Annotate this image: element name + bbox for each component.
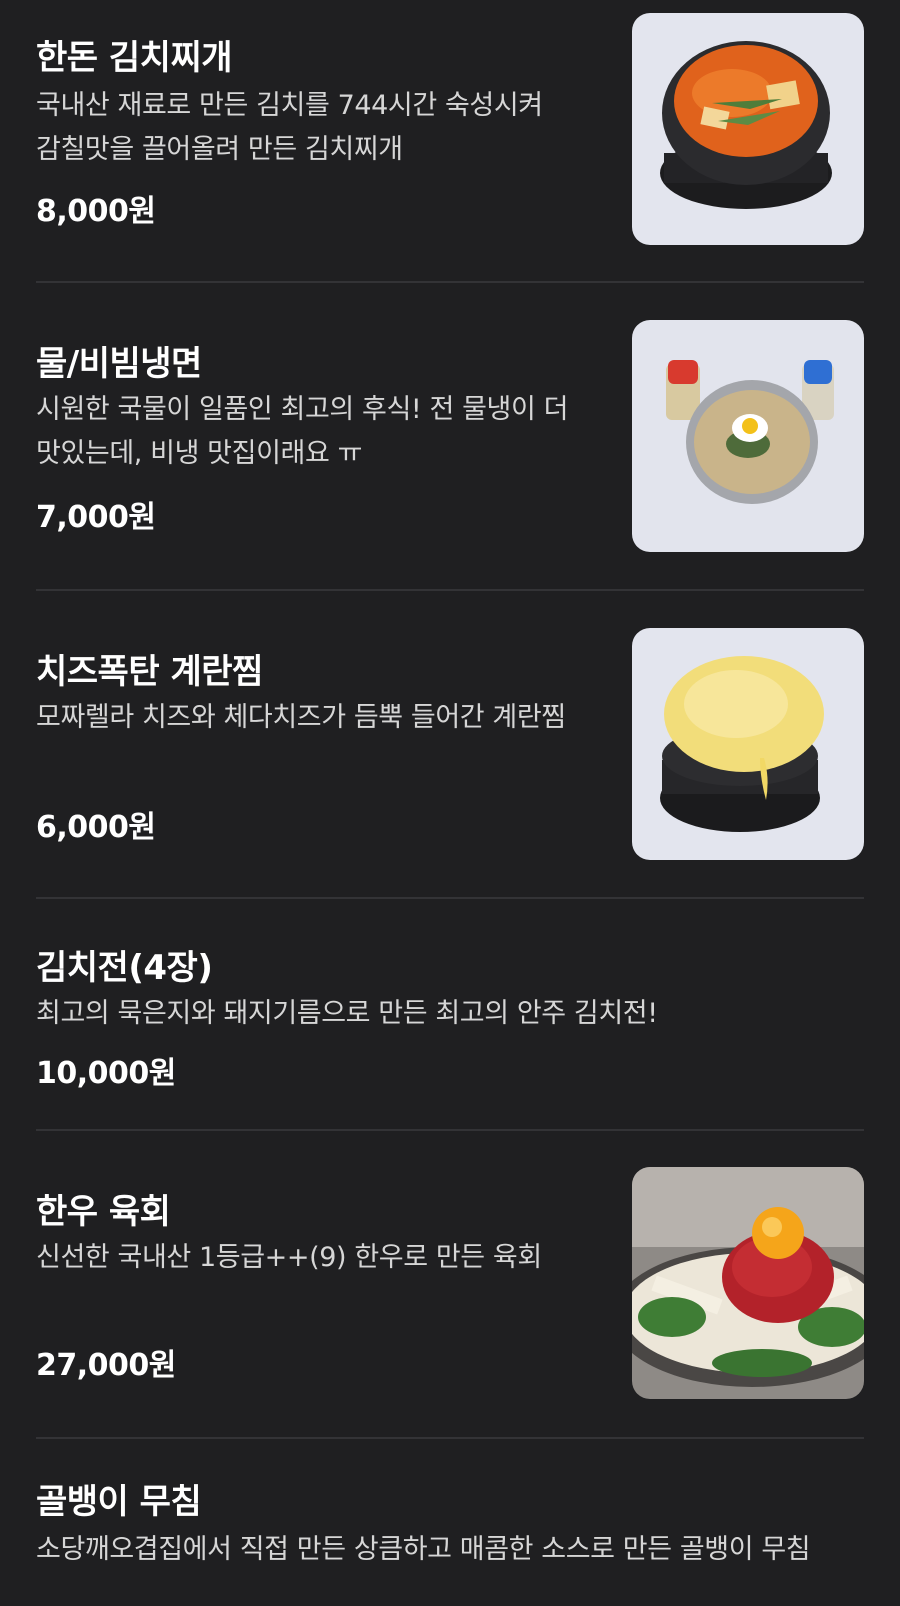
menu-item-description: 소당깨오겹집에서 직접 만든 상큼하고 매콤한 소스로 만든 골뱅이 무침 <box>36 1534 811 1565</box>
menu-item-description: 국내산 재료로 만든 김치를 744시간 숙성시켜 감칠맛을 끌어올려 만든 김… <box>36 90 543 165</box>
menu-item-name: 한우 육회 <box>36 1192 171 1232</box>
beef-tartare-photo[interactable] <box>632 1167 864 1399</box>
menu-item-name: 물/비빔냉면 <box>36 344 202 384</box>
menu-item-kimchi-pancake[interactable]: 김치전(4장) 최고의 묵은지와 돼지기름으로 만든 최고의 안주 김치전! 1… <box>36 898 864 1128</box>
menu-item-description: 신선한 국내산 1등급++(9) 한우로 만든 육회 <box>36 1242 542 1273</box>
menu-item-price: 7,000원 <box>36 500 156 535</box>
menu-item-description: 시원한 국물이 일품인 최고의 후식! 전 물냉이 더 맛있는데, 비냉 맛집이… <box>36 394 569 469</box>
menu-item-name: 김치전(4장) <box>36 948 213 988</box>
menu-item-name: 골뱅이 무침 <box>36 1482 202 1522</box>
menu-item-price: 8,000원 <box>36 194 156 229</box>
kimchi-stew-photo[interactable] <box>632 13 864 245</box>
menu-item-price: 10,000원 <box>36 1056 176 1091</box>
menu-item-whelk-salad[interactable]: 골뱅이 무침 소당깨오겹집에서 직접 만든 상큼하고 매콤한 소스로 만든 골뱅… <box>36 1438 864 1606</box>
menu-item-price: 6,000원 <box>36 810 156 845</box>
menu-item-name: 치즈폭탄 계란찜 <box>36 652 263 692</box>
menu-item-description: 최고의 묵은지와 돼지기름으로 만든 최고의 안주 김치전! <box>36 998 658 1029</box>
menu-item-description: 모짜렐라 치즈와 체다치즈가 듬뿍 들어간 계란찜 <box>36 702 566 733</box>
cold-noodles-photo[interactable] <box>632 320 864 552</box>
cheese-egg-photo[interactable] <box>632 628 864 860</box>
menu-item-price: 27,000원 <box>36 1348 176 1383</box>
menu-item-name: 한돈 김치찌개 <box>36 38 233 78</box>
